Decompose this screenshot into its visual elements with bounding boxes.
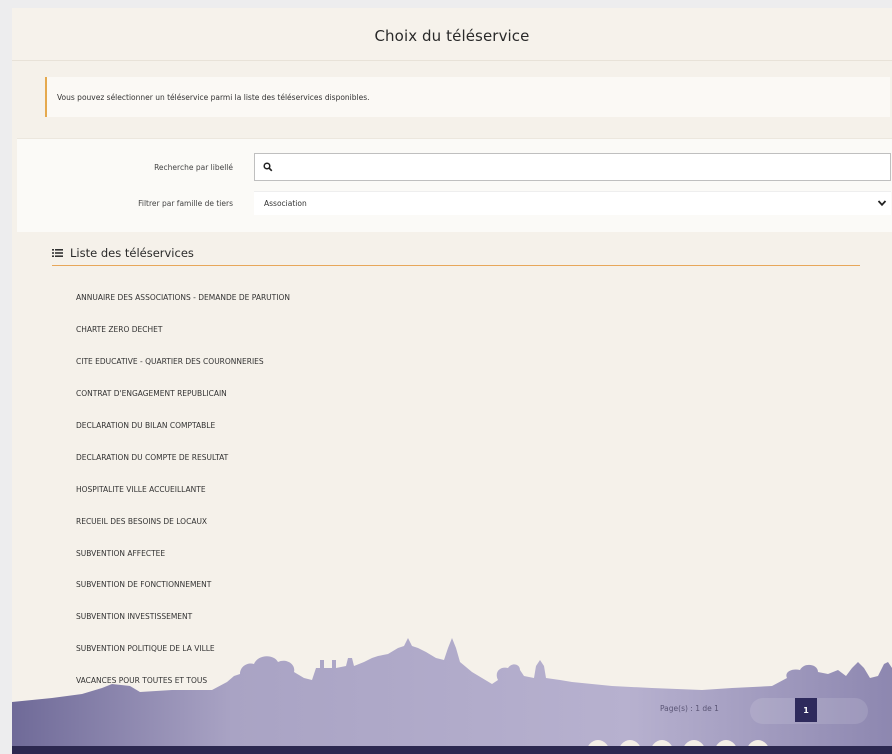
search-icon bbox=[263, 162, 273, 172]
modal-header: Choix du téléservice bbox=[12, 8, 892, 61]
list-item[interactable]: RECUEIL DES BESOINS DE LOCAUX bbox=[76, 505, 856, 537]
filters-panel: Recherche par libellé Filtrer par famill… bbox=[17, 138, 892, 232]
family-filter-value: Association bbox=[264, 199, 307, 208]
search-label: Recherche par libellé bbox=[154, 162, 233, 172]
list-item[interactable]: ANNUAIRE DES ASSOCIATIONS - DEMANDE DE P… bbox=[76, 282, 856, 314]
family-filter-label: Filtrer par famille de tiers bbox=[138, 198, 233, 208]
info-message-text: Vous pouvez sélectionner un téléservice … bbox=[57, 92, 370, 102]
chevron-down-icon bbox=[877, 200, 887, 207]
teleservice-list: ANNUAIRE DES ASSOCIATIONS - DEMANDE DE P… bbox=[76, 282, 856, 697]
list-item[interactable]: SUBVENTION POLITIQUE DE LA VILLE bbox=[76, 633, 856, 665]
pagination: Page(s) : 1 de 1 1 bbox=[660, 698, 868, 728]
teleservice-modal: Choix du téléservice Vous pouvez sélecti… bbox=[12, 8, 892, 754]
modal-title: Choix du téléservice bbox=[374, 27, 530, 45]
list-title: Liste des téléservices bbox=[70, 246, 194, 260]
family-filter-row: Filtrer par famille de tiers Association bbox=[17, 189, 892, 217]
search-row: Recherche par libellé bbox=[17, 153, 892, 181]
list-item[interactable]: CITE EDUCATIVE - QUARTIER DES COURONNERI… bbox=[76, 346, 856, 378]
list-item[interactable]: SUBVENTION DE FONCTIONNEMENT bbox=[76, 569, 856, 601]
list-header: Liste des téléservices bbox=[52, 241, 860, 266]
list-item[interactable]: CHARTE ZERO DECHET bbox=[76, 314, 856, 346]
list-item[interactable]: CONTRAT D'ENGAGEMENT REPUBLICAIN bbox=[76, 378, 856, 410]
info-message: Vous pouvez sélectionner un téléservice … bbox=[45, 77, 890, 117]
search-field[interactable] bbox=[254, 153, 891, 181]
page-info: Page(s) : 1 de 1 bbox=[660, 704, 719, 713]
list-item[interactable]: VACANCES POUR TOUTES ET TOUS bbox=[76, 665, 856, 697]
family-filter-select[interactable]: Association bbox=[254, 191, 891, 215]
list-icon bbox=[52, 249, 63, 257]
search-input[interactable] bbox=[279, 162, 859, 172]
list-item[interactable]: SUBVENTION INVESTISSEMENT bbox=[76, 601, 856, 633]
list-item[interactable]: HOSPITALITE VILLE ACCUEILLANTE bbox=[76, 473, 856, 505]
page-1-button[interactable]: 1 bbox=[795, 698, 817, 722]
list-item[interactable]: SUBVENTION AFFECTEE bbox=[76, 537, 856, 569]
list-item[interactable]: DECLARATION DU COMPTE DE RESULTAT bbox=[76, 441, 856, 473]
list-item[interactable]: DECLARATION DU BILAN COMPTABLE bbox=[76, 410, 856, 442]
